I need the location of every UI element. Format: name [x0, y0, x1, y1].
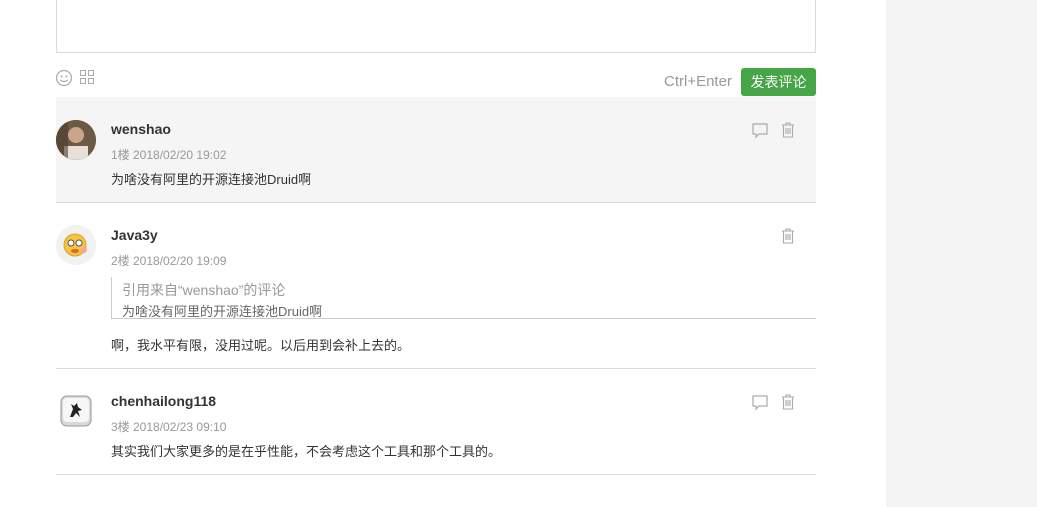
comment-meta: 1楼 2018/02/20 19:02: [111, 148, 227, 162]
quote-title: 引用来自“wenshao”的评论: [122, 282, 286, 298]
avatar[interactable]: [56, 225, 96, 265]
delete-icon[interactable]: [780, 227, 798, 245]
delete-icon[interactable]: [780, 121, 798, 139]
comment-meta: 3楼 2018/02/23 09:10: [111, 420, 227, 434]
submit-comment-button[interactable]: 发表评论: [741, 68, 816, 96]
comment-meta: 2楼 2018/02/20 19:09: [111, 254, 227, 268]
comment-item: chenhailong118 3楼 2018/02/23 09:10 其实我们大…: [56, 369, 816, 475]
reply-icon[interactable]: [751, 121, 769, 139]
reply-icon[interactable]: [751, 393, 769, 411]
avatar[interactable]: [56, 391, 96, 431]
emoji-icon[interactable]: [55, 69, 73, 87]
comment-content: 为啥没有阿里的开源连接池Druid啊: [111, 172, 312, 187]
comment-author[interactable]: wenshao: [111, 121, 171, 137]
avatar[interactable]: [56, 120, 96, 160]
quoted-comment: 引用来自“wenshao”的评论 为啥没有阿里的开源连接池Druid啊: [111, 277, 816, 319]
comment-author[interactable]: Java3y: [111, 227, 158, 243]
delete-icon[interactable]: [780, 393, 798, 411]
comment-textarea[interactable]: [56, 0, 816, 53]
shortcut-hint: Ctrl+Enter: [664, 73, 732, 90]
comment-item: wenshao 1楼 2018/02/20 19:02 为啥没有阿里的开源连接池…: [56, 97, 816, 203]
right-sidebar: [886, 0, 1037, 507]
grid-icon[interactable]: [79, 69, 97, 87]
quote-text: 为啥没有阿里的开源连接池Druid啊: [122, 304, 323, 319]
comment-author[interactable]: chenhailong118: [111, 393, 216, 409]
comment-content: 啊，我水平有限，没用过呢。以后用到会补上去的。: [111, 338, 411, 353]
comment-item: Java3y 2楼 2018/02/20 19:09 引用来自“wenshao”…: [56, 203, 816, 369]
comment-content: 其实我们大家更多的是在乎性能，不会考虑这个工具和那个工具的。: [111, 444, 502, 459]
